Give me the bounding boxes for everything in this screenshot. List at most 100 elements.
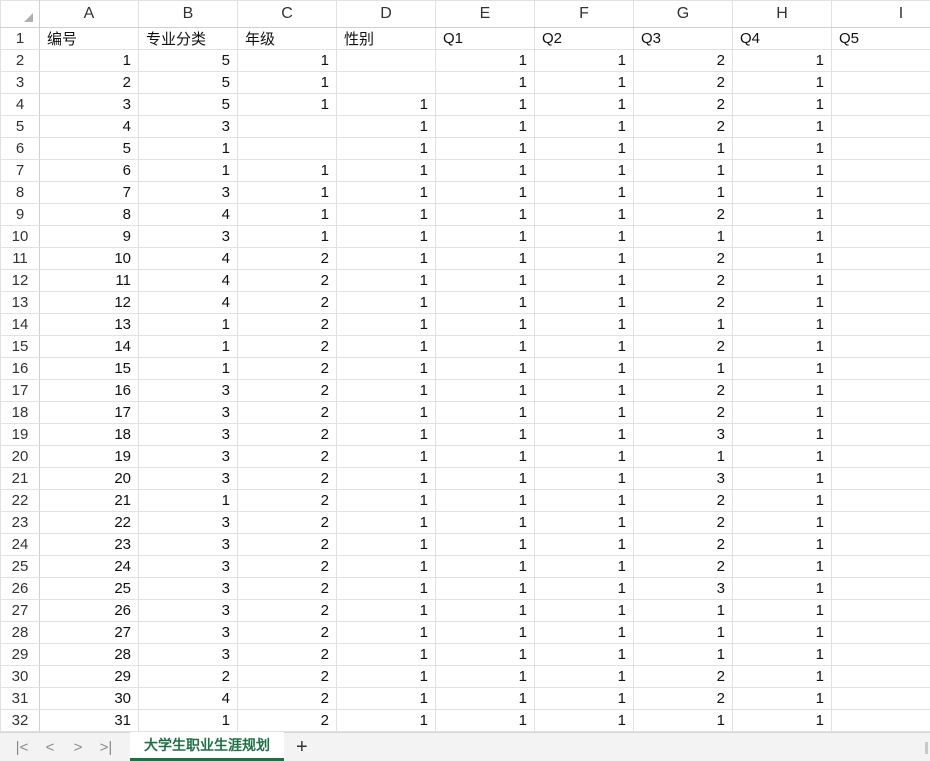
- cell[interactable]: 2: [237, 489, 337, 512]
- cell-header-q5[interactable]: Q5: [831, 27, 930, 50]
- cell[interactable]: 1: [633, 225, 733, 248]
- cell[interactable]: 1: [534, 423, 634, 446]
- column-header-c[interactable]: C: [237, 0, 337, 28]
- row-header[interactable]: 28: [0, 621, 40, 644]
- cell[interactable]: 1: [435, 335, 535, 358]
- row-header[interactable]: 2: [0, 49, 40, 72]
- cell[interactable]: 1: [336, 709, 436, 732]
- cell[interactable]: 1: [633, 621, 733, 644]
- cell[interactable]: 1: [336, 621, 436, 644]
- cell[interactable]: 1: [534, 379, 634, 402]
- cell[interactable]: 18: [39, 423, 139, 446]
- cell[interactable]: 1: [732, 335, 832, 358]
- cell[interactable]: 1: [534, 621, 634, 644]
- cell[interactable]: 2: [237, 599, 337, 622]
- row-header[interactable]: 20: [0, 445, 40, 468]
- cell[interactable]: 5: [831, 49, 930, 72]
- cell[interactable]: 1: [435, 225, 535, 248]
- cell[interactable]: 2: [237, 577, 337, 600]
- cell[interactable]: 1: [732, 445, 832, 468]
- cell[interactable]: 19: [39, 445, 139, 468]
- cell[interactable]: 2: [633, 511, 733, 534]
- cell[interactable]: 1: [435, 423, 535, 446]
- row-header[interactable]: 11: [0, 247, 40, 270]
- cell[interactable]: 3: [633, 423, 733, 446]
- cell[interactable]: 1: [732, 225, 832, 248]
- cell[interactable]: 2: [633, 93, 733, 116]
- cell[interactable]: 5: [831, 511, 930, 534]
- cell[interactable]: 3: [831, 291, 930, 314]
- cell[interactable]: 2: [237, 357, 337, 380]
- cell[interactable]: 1: [633, 313, 733, 336]
- column-header-e[interactable]: E: [435, 0, 535, 28]
- cell[interactable]: 1: [732, 643, 832, 666]
- cell[interactable]: 1: [138, 709, 238, 732]
- cell[interactable]: 1: [831, 225, 930, 248]
- cell[interactable]: 1: [435, 533, 535, 556]
- cell[interactable]: 3: [138, 599, 238, 622]
- cell[interactable]: 1: [534, 445, 634, 468]
- cell[interactable]: 1: [534, 599, 634, 622]
- cell[interactable]: 10: [39, 247, 139, 270]
- prev-sheet-button[interactable]: <: [36, 739, 64, 756]
- cell[interactable]: 1: [732, 577, 832, 600]
- cell[interactable]: 2: [633, 379, 733, 402]
- cell[interactable]: 1: [732, 379, 832, 402]
- cell[interactable]: 1: [534, 643, 634, 666]
- cell[interactable]: 1: [633, 159, 733, 182]
- cell[interactable]: 2: [633, 335, 733, 358]
- cell[interactable]: [237, 137, 337, 160]
- cell[interactable]: 3: [138, 511, 238, 534]
- cell[interactable]: 1: [732, 269, 832, 292]
- cell[interactable]: 2: [39, 71, 139, 94]
- cell[interactable]: 1: [534, 93, 634, 116]
- cell[interactable]: 1: [435, 643, 535, 666]
- cell[interactable]: 3: [39, 93, 139, 116]
- cell[interactable]: 2: [237, 687, 337, 710]
- cell[interactable]: 1: [435, 159, 535, 182]
- cell[interactable]: 1: [435, 665, 535, 688]
- cell[interactable]: 3: [138, 401, 238, 424]
- cell[interactable]: 25: [39, 577, 139, 600]
- cell[interactable]: 1: [138, 159, 238, 182]
- column-header-i[interactable]: I: [831, 0, 930, 28]
- cell[interactable]: 1: [534, 665, 634, 688]
- column-header-d[interactable]: D: [336, 0, 436, 28]
- cell[interactable]: 4: [831, 93, 930, 116]
- cell[interactable]: 1: [534, 467, 634, 490]
- cell[interactable]: 2: [633, 489, 733, 512]
- cell[interactable]: 3: [138, 379, 238, 402]
- row-header[interactable]: 25: [0, 555, 40, 578]
- cell[interactable]: 11: [39, 269, 139, 292]
- cell[interactable]: 1: [435, 291, 535, 314]
- cell[interactable]: 1: [237, 93, 337, 116]
- cell[interactable]: 2: [831, 269, 930, 292]
- cell[interactable]: 1: [534, 577, 634, 600]
- cell[interactable]: 1: [831, 665, 930, 688]
- cell[interactable]: 1: [435, 577, 535, 600]
- cell[interactable]: 3: [138, 643, 238, 666]
- cell[interactable]: 1: [534, 49, 634, 72]
- cell[interactable]: 1: [435, 93, 535, 116]
- cell[interactable]: 2: [237, 445, 337, 468]
- cell[interactable]: 1: [138, 313, 238, 336]
- cell-header-gender[interactable]: 性别: [336, 27, 436, 50]
- cell[interactable]: 1: [732, 621, 832, 644]
- cell[interactable]: 1: [435, 247, 535, 270]
- row-header[interactable]: 4: [0, 93, 40, 116]
- cell[interactable]: 2: [237, 665, 337, 688]
- cell[interactable]: 1: [435, 379, 535, 402]
- cell[interactable]: 1: [237, 181, 337, 204]
- cell[interactable]: 1: [336, 335, 436, 358]
- cell[interactable]: 1: [336, 225, 436, 248]
- cell[interactable]: [336, 49, 436, 72]
- cell[interactable]: 1: [732, 687, 832, 710]
- cell[interactable]: 2: [237, 555, 337, 578]
- cell[interactable]: 22: [39, 511, 139, 534]
- row-header[interactable]: 6: [0, 137, 40, 160]
- cell[interactable]: 1: [435, 687, 535, 710]
- cell[interactable]: 1: [336, 577, 436, 600]
- cell[interactable]: 3: [138, 555, 238, 578]
- row-header[interactable]: 18: [0, 401, 40, 424]
- cell[interactable]: 1: [138, 137, 238, 160]
